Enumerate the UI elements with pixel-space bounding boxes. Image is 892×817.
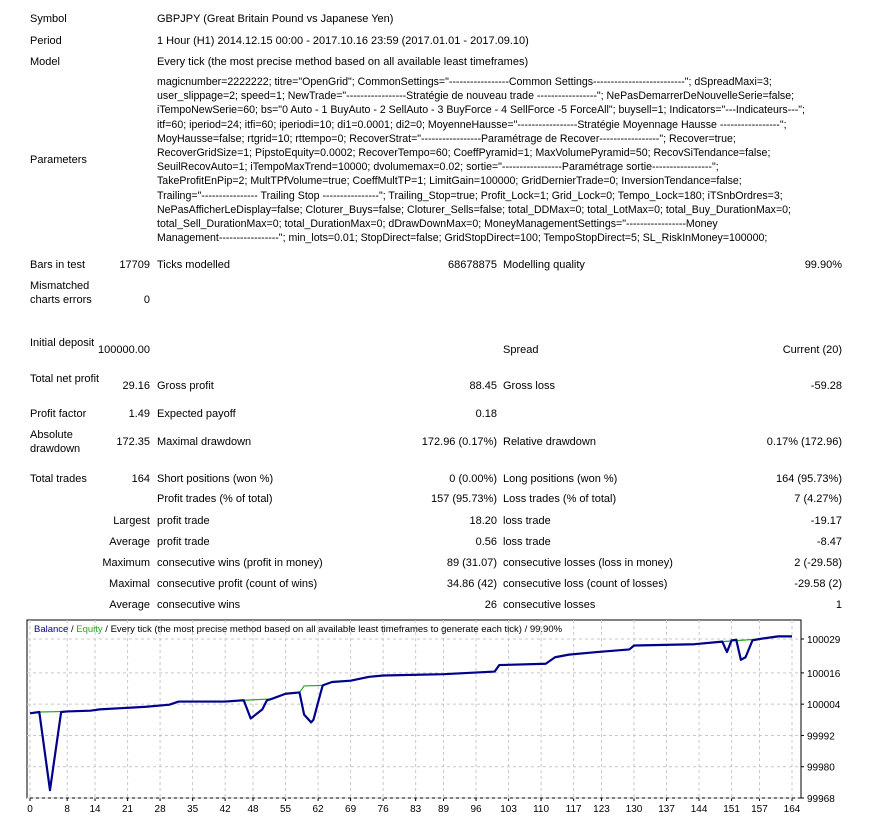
parameters-line: NePasAfficherLeDisplay=false; Cloturer_B… (157, 203, 791, 216)
parameters-line: user_slippage=2; speed=1; NewTrade="----… (157, 90, 795, 103)
x-tick-label: 157 (751, 804, 768, 815)
x-tick-label: 137 (658, 804, 675, 815)
legend-equity: Equity (76, 624, 103, 635)
stat-value: Maximum (102, 557, 150, 569)
stat-value: 0.56 (475, 536, 497, 548)
stat-value: 68678875 (448, 259, 497, 271)
period-value: 1 Hour (H1) 2014.12.15 00:00 - 2017.10.1… (157, 35, 529, 47)
parameters-line: SeuilRecovAuto=1; iTempoMaxTrend=10000; … (157, 161, 719, 174)
legend-balance: Balance (34, 624, 68, 635)
symbol-value: GBPJPY (Great Britain Pound vs Japanese … (157, 13, 394, 25)
y-tick-label: 100016 (807, 669, 841, 680)
parameters-label: Parameters (30, 154, 87, 166)
stat-value: 29.16 (122, 380, 150, 392)
x-tick-label: 0 (27, 804, 33, 815)
x-tick-label: 14 (89, 804, 101, 815)
stat-value: -59.28 (810, 380, 842, 392)
stat-value: 172.96 (0.17%) (421, 436, 497, 448)
x-tick-label: 117 (566, 804, 582, 815)
stat-value: Current (20) (782, 344, 842, 356)
parameters-line: itf=60; iperiod=24; itfi=60; iperiodi=10… (157, 118, 787, 131)
stat-value: Average (109, 599, 150, 611)
legend-separator: / (68, 624, 76, 635)
parameters-line: total_Sell_DurationMax=0; total_Duration… (157, 218, 718, 231)
stat-value: 0 (0.00%) (449, 473, 497, 485)
chart-legend: Balance / Equity / Every tick (the most … (34, 624, 563, 635)
stat-value: 26 (484, 599, 497, 611)
stat-value: 172.35 (116, 436, 150, 448)
stat-value: 1 (835, 599, 842, 611)
x-tick-label: 42 (220, 804, 232, 815)
x-tick-label: 103 (500, 804, 517, 815)
stat-value: 34.86 (42) (446, 578, 497, 590)
stat-value: 0.17% (172.96) (766, 436, 842, 448)
x-tick-label: 144 (691, 804, 708, 815)
x-tick-label: 62 (313, 804, 325, 815)
parameters-line: Management-----------------"; min_lots=0… (157, 232, 768, 245)
stat-value: 2 (-29.58) (794, 557, 842, 569)
x-tick-label: 89 (438, 804, 450, 815)
y-tick-label: 100029 (807, 635, 841, 646)
parameters-line: magicnumber=2222222; titre="OpenGrid"; C… (157, 76, 772, 88)
x-tick-label: 130 (626, 804, 643, 815)
x-tick-label: 8 (64, 804, 70, 815)
stat-value: Largest (113, 515, 150, 527)
stat-value: 88.45 (469, 380, 497, 392)
stat-value: -8.47 (816, 536, 842, 548)
parameters-line: iTempoNewSerie=60; bs="0 Auto - 1 BuyAut… (157, 104, 806, 117)
parameters-line: MoyHausse=false; rtgrid=10; rttempo=0; R… (157, 132, 736, 145)
parameters-line: TakeProfitEnPip=2; MultTPfVolume=true; C… (157, 175, 742, 188)
stat-value: -29.58 (2) (794, 578, 842, 590)
model-value: Every tick (the most precise method base… (157, 56, 529, 68)
x-tick-label: 76 (378, 804, 390, 815)
stat-value: 157 (95.73%) (430, 493, 497, 505)
x-tick-label: 164 (784, 804, 801, 815)
balance-equity-chart: 0 8 14 21 28 35 42 48 55 62 69 76 83 89 96 103 110 117 123… (26, 619, 841, 815)
stat-value: 164 (131, 473, 150, 485)
stat-value: 0 (143, 294, 150, 306)
x-tick-label: 55 (280, 804, 292, 815)
stat-value: 100000.00 (98, 344, 150, 356)
y-tick-label: 99968 (807, 794, 835, 805)
symbol-label: Symbol (30, 13, 67, 25)
x-tick-label: 21 (122, 804, 134, 815)
stat-value: 164 (95.73%) (775, 473, 842, 485)
parameters-value: magicnumber=2222222; titre="OpenGrid"; C… (157, 75, 805, 245)
x-tick-label: 96 (470, 804, 482, 815)
x-tick-label: 69 (345, 804, 357, 815)
stat-value: 17709 (119, 259, 150, 271)
x-tick-label: 35 (187, 804, 199, 815)
stat-value: 0.18 (475, 408, 497, 420)
stat-value: Average (109, 536, 150, 548)
period-label: Period (30, 35, 62, 47)
stat-value: 7 (4.27%) (794, 493, 842, 505)
y-tick-label: 100004 (807, 700, 841, 711)
stat-value: 1.49 (128, 408, 150, 420)
x-tick-label: 151 (723, 804, 740, 815)
stat-value: 99.90% (804, 259, 842, 271)
x-tick-label: 83 (410, 804, 422, 815)
stat-value: 89 (31.07) (446, 557, 497, 569)
parameters-line: Trailing="---------------- Trailing Stop… (157, 189, 783, 202)
x-tick-label: 110 (533, 804, 549, 815)
stat-value: -19.17 (810, 515, 842, 527)
stat-value: Maximal (109, 578, 150, 590)
x-tick-label: 123 (593, 804, 610, 815)
y-tick-label: 99980 (807, 763, 835, 774)
y-tick-label: 99992 (807, 731, 835, 742)
legend-description: / Every tick (the most precise method ba… (103, 624, 563, 635)
model-label: Model (30, 56, 60, 68)
x-tick-label: 48 (247, 804, 259, 815)
plot-frame (26, 619, 802, 799)
x-tick-label: 28 (155, 804, 167, 815)
parameters-line: RecoverGridSize=1; PipstoEquity=0.0002; … (157, 147, 771, 160)
stat-value: 18.20 (469, 515, 497, 527)
